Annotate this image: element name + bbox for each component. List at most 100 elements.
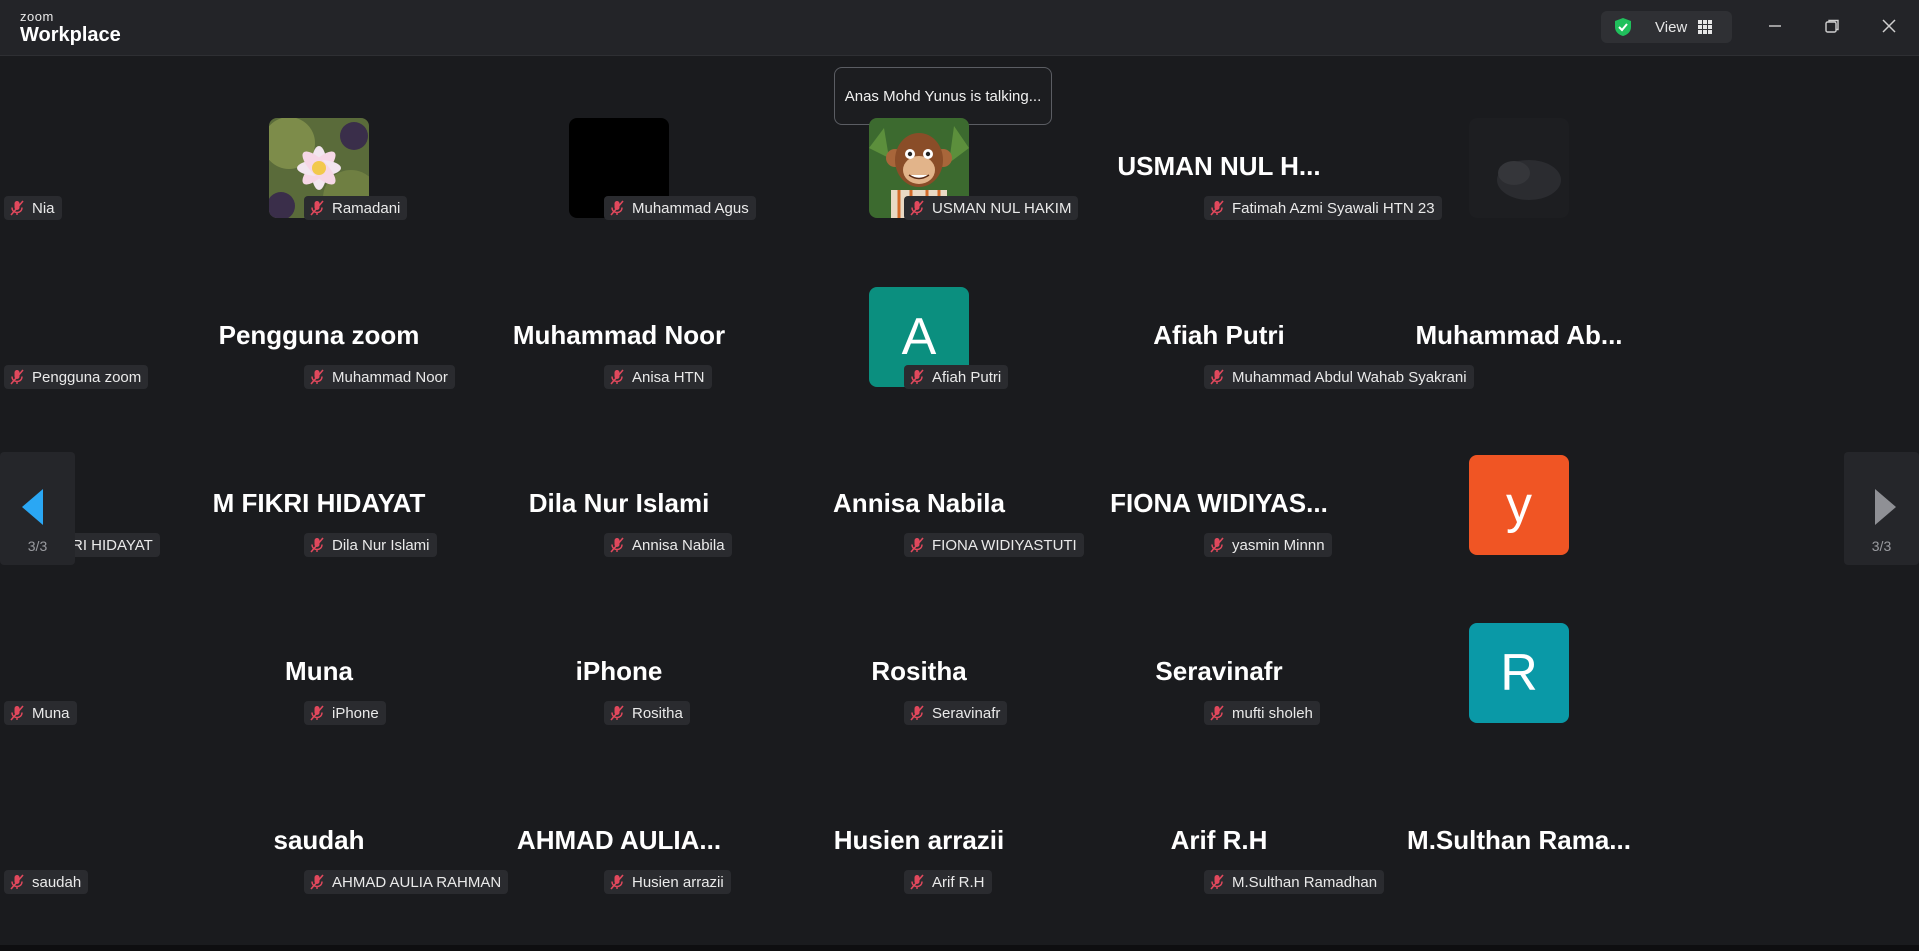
page-indicator-left: 3/3 — [27, 538, 48, 554]
participant-name: USMAN NUL HAKIM — [932, 199, 1072, 217]
participant-tile[interactable]: iPhone iPhone — [304, 593, 769, 762]
participant-tile[interactable]: Muhammad Ab... Muhammad Abdul Wahab Syakr… — [1204, 257, 1669, 426]
participant-tile[interactable]: Muhammad Noor Muhammad Noor — [304, 257, 769, 426]
mic-muted-icon — [310, 200, 324, 216]
participant-name-tag: saudah — [4, 870, 89, 894]
participant-display-name: M FIKRI HIDAYAT — [212, 488, 426, 518]
close-button[interactable] — [1871, 10, 1907, 42]
view-button[interactable]: View — [1601, 11, 1732, 43]
participant-display-name: Dila Nur Islami — [528, 488, 710, 518]
participant-tile[interactable]: Afiah Putri Afiah Putri — [904, 257, 1369, 426]
participant-name: mufti sholeh — [1232, 704, 1313, 722]
mic-muted-icon — [610, 200, 624, 216]
participant-name: yasmin Minnn — [1232, 536, 1325, 554]
mic-muted-icon — [10, 874, 24, 890]
participant-name: M.Sulthan Ramadhan — [1232, 873, 1378, 891]
avatar-letter: y — [1506, 476, 1532, 534]
participant-tile[interactable]: y yasmin Minnn — [1204, 425, 1669, 594]
mic-muted-icon — [10, 200, 24, 216]
participant-tile[interactable]: Rositha Rositha — [604, 593, 1069, 762]
minimize-button[interactable] — [1757, 10, 1793, 42]
participant-name: Nia — [32, 199, 55, 217]
minimize-icon — [1769, 25, 1781, 27]
participant-name-tag: Muhammad Agus — [604, 196, 756, 220]
mic-muted-icon — [910, 705, 924, 721]
participant-tile[interactable]: Dila Nur Islami Dila Nur Islami — [304, 425, 769, 594]
participant-name-tag: Nia — [4, 196, 62, 220]
participant-name-tag: AHMAD AULIA RAHMAN — [304, 870, 509, 894]
participant-tile[interactable]: Arif R.H Arif R.H — [904, 762, 1369, 931]
shield-check-icon[interactable] — [1613, 17, 1633, 37]
participant-tile[interactable]: saudah saudah — [4, 762, 469, 931]
participant-tile[interactable]: Rmufti sholeh — [1204, 593, 1669, 762]
participant-tile[interactable]: Annisa Nabila Annisa Nabila — [604, 425, 1069, 594]
participant-name: Rositha — [632, 704, 683, 722]
participant-display-name: Seravinafr — [1155, 656, 1283, 686]
participant-name-tag: mufti sholeh — [1204, 701, 1320, 725]
participant-avatar — [1469, 118, 1569, 218]
mic-muted-icon — [10, 705, 24, 721]
participant-tile[interactable]: M.Sulthan Rama... M.Sulthan Ramadhan — [1204, 762, 1669, 931]
participant-tile[interactable]: A Anisa HTN — [604, 257, 1069, 426]
arrow-left-icon — [22, 489, 43, 525]
participant-display-name: Pengguna zoom — [218, 320, 420, 350]
participant-name-tag: Muhammad Abdul Wahab Syakrani — [1204, 365, 1474, 389]
participant-avatar: R — [1469, 623, 1569, 723]
participant-name-tag: FIONA WIDIYASTUTI — [904, 533, 1084, 557]
participant-tile[interactable]: Muhammad Agus — [604, 88, 1069, 257]
participant-name: Ramadani — [332, 199, 401, 217]
participant-display-name: Muna — [285, 656, 353, 686]
avatar-letter: R — [1500, 644, 1538, 702]
participant-name: Dila Nur Islami — [332, 536, 430, 554]
participant-tile[interactable]: USMAN NUL H... USMAN NUL HAKIM — [904, 88, 1369, 257]
participant-name-tag: Arif R.H — [904, 870, 992, 894]
mic-muted-icon — [1210, 705, 1224, 721]
participant-name: Annisa Nabila — [632, 536, 725, 554]
participant-tile[interactable]: Pengguna zoom Pengguna zoom — [4, 257, 469, 426]
dark-photo-image — [1469, 118, 1569, 218]
participant-display-name: Annisa Nabila — [833, 488, 1005, 518]
participant-tile[interactable]: Ramadani — [304, 88, 769, 257]
participant-name: Fatimah Azmi Syawali HTN 23 — [1232, 199, 1435, 217]
participant-name-tag: yasmin Minnn — [1204, 533, 1332, 557]
participant-tile[interactable]: M FIKRI HIDAYAT M FIKRI HIDAYAT — [4, 425, 469, 594]
participant-display-name: Muhammad Noor — [512, 320, 726, 350]
participant-name: Anisa HTN — [632, 368, 705, 386]
participant-name: iPhone — [332, 704, 379, 722]
participant-name: Seravinafr — [932, 704, 1001, 722]
participant-tile[interactable]: Husien arrazii Husien arrazii — [604, 762, 1069, 931]
view-label: View — [1655, 19, 1688, 36]
previous-page-button[interactable]: 3/3 — [0, 452, 75, 565]
mic-muted-icon — [910, 200, 924, 216]
mic-muted-icon — [1210, 200, 1224, 216]
title-bar: zoom Workplace View — [0, 0, 1919, 56]
participant-name-tag: Dila Nur Islami — [304, 533, 437, 557]
participant-display-name: Husien arrazii — [833, 825, 1005, 855]
mic-muted-icon — [1210, 369, 1224, 385]
participant-display-name: AHMAD AULIA... — [516, 825, 722, 855]
participant-tile[interactable]: Seravinafr Seravinafr — [904, 593, 1369, 762]
participant-tile[interactable]: AHMAD AULIA... AHMAD AULIA RAHMAN — [304, 762, 769, 931]
participant-name: saudah — [32, 873, 82, 891]
mic-muted-icon — [910, 369, 924, 385]
participant-name: Pengguna zoom — [32, 368, 142, 386]
participant-display-name: FIONA WIDIYAS... — [1110, 488, 1328, 518]
mic-muted-icon — [610, 705, 624, 721]
arrow-right-icon — [1875, 489, 1896, 525]
participant-tile[interactable]: Fatimah Azmi Syawali HTN 23 — [1204, 88, 1669, 257]
zoom-logo: zoom Workplace — [20, 10, 121, 45]
mic-muted-icon — [310, 369, 324, 385]
participant-name-tag: Muhammad Noor — [304, 365, 455, 389]
participant-name-tag: Rositha — [604, 701, 690, 725]
restore-button[interactable] — [1814, 10, 1850, 42]
participant-tile[interactable]: Muna Muna — [4, 593, 469, 762]
next-page-button[interactable]: 3/3 — [1844, 452, 1919, 565]
participant-display-name: Afiah Putri — [1153, 320, 1285, 350]
participant-display-name: Muhammad Ab... — [1415, 320, 1623, 350]
participant-tile[interactable]: FIONA WIDIYAS... FIONA WIDIYASTUTI — [904, 425, 1369, 594]
avatar-letter: A — [901, 308, 937, 366]
mic-muted-icon — [1210, 874, 1224, 890]
participant-name-tag: Fatimah Azmi Syawali HTN 23 — [1204, 196, 1442, 220]
page-indicator-right: 3/3 — [1871, 538, 1892, 554]
participant-tile[interactable]: Nia — [4, 88, 469, 257]
